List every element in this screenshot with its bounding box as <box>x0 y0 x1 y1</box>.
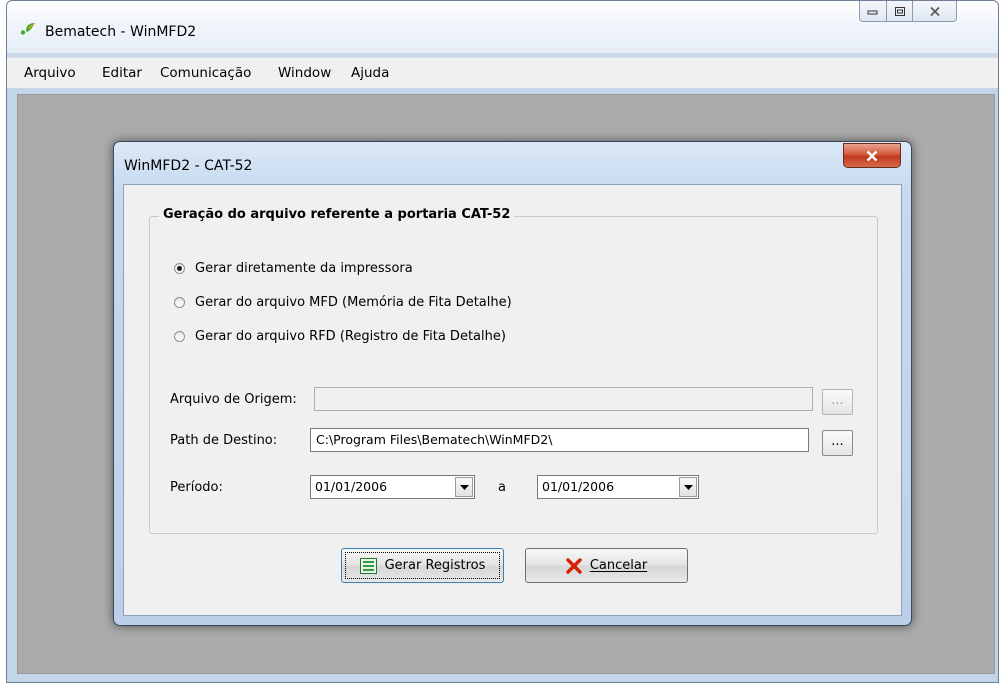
radio-button[interactable] <box>174 331 185 342</box>
close-window-button[interactable] <box>912 1 957 22</box>
dropdown-arrow-icon[interactable] <box>679 477 697 497</box>
cat52-dialog: WinMFD2 - CAT-52 Geração do arquivo refe… <box>113 141 912 626</box>
generate-records-button[interactable]: Gerar Registros <box>341 548 504 583</box>
cancel-label: Cancelar <box>589 558 648 573</box>
dialog-title: WinMFD2 - CAT-52 <box>124 158 253 174</box>
option-label: Gerar do arquivo RFD (Registro de Fita D… <box>195 329 506 344</box>
destination-path-field[interactable]: C:\Program Files\Bematech\WinMFD2\ <box>310 428 809 452</box>
origin-file-field[interactable] <box>314 387 813 411</box>
menu-arquivo[interactable]: Arquivo <box>24 65 76 81</box>
minimize-icon <box>867 10 878 15</box>
period-end-select[interactable]: 01/01/2006 <box>537 475 699 499</box>
restore-button[interactable] <box>886 1 913 22</box>
option-label: Gerar diretamente da impressora <box>195 261 413 276</box>
radio-button[interactable] <box>174 297 185 308</box>
window-title: Bematech - WinMFD2 <box>45 24 197 40</box>
dialog-content: Geração do arquivo referente a portaria … <box>123 184 902 616</box>
option-rfd-file[interactable]: Gerar do arquivo RFD (Registro de Fita D… <box>174 329 506 344</box>
generation-groupbox: Geração do arquivo referente a portaria … <box>149 207 878 534</box>
period-start-value: 01/01/2006 <box>315 479 388 494</box>
menu-bar: Arquivo Editar Comunicação Window Ajuda <box>7 57 998 88</box>
period-separator: a <box>498 480 506 495</box>
radio-button-selected[interactable] <box>174 263 185 274</box>
dropdown-arrow-icon[interactable] <box>455 477 473 497</box>
option-printer[interactable]: Gerar diretamente da impressora <box>174 261 413 276</box>
menu-window[interactable]: Window <box>278 65 331 81</box>
period-end-value: 01/01/2006 <box>542 479 615 494</box>
period-start-select[interactable]: 01/01/2006 <box>310 475 475 499</box>
minimize-button[interactable] <box>859 1 887 22</box>
menu-comunicacao[interactable]: Comunicação <box>160 65 251 81</box>
destination-label: Path de Destino: <box>170 433 278 448</box>
dialog-close-button[interactable] <box>843 143 901 168</box>
cancel-button[interactable]: Cancelar <box>525 548 688 583</box>
close-icon <box>929 6 940 16</box>
menu-editar[interactable]: Editar <box>102 65 142 81</box>
option-label: Gerar do arquivo MFD (Memória de Fita De… <box>195 295 512 310</box>
origin-label: Arquivo de Origem: <box>170 392 297 407</box>
restore-icon <box>894 6 905 16</box>
period-label: Período: <box>170 480 223 495</box>
origin-browse-button[interactable]: ... <box>822 389 853 415</box>
main-titlebar[interactable]: Bematech - WinMFD2 <box>7 1 998 53</box>
cancel-x-icon <box>566 557 582 574</box>
option-mfd-file[interactable]: Gerar do arquivo MFD (Memória de Fita De… <box>174 295 512 310</box>
close-icon <box>866 150 878 161</box>
destination-browse-button[interactable]: ... <box>822 430 853 456</box>
group-title: Geração do arquivo referente a portaria … <box>159 207 515 222</box>
app-logo-icon <box>20 20 38 36</box>
menu-ajuda[interactable]: Ajuda <box>351 65 389 81</box>
